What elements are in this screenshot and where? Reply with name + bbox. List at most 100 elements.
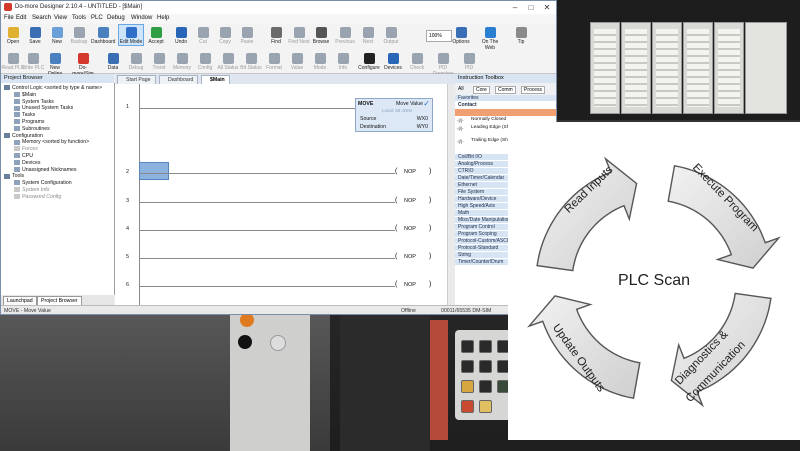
tree-item-tools[interactable]: Tools	[4, 173, 24, 179]
dashboard-button[interactable]: Dashboard	[91, 25, 115, 45]
mode-icon	[314, 53, 326, 64]
undo-button[interactable]: Undo	[169, 25, 193, 45]
check-button[interactable]: Check	[405, 51, 429, 71]
save-button[interactable]: Save	[23, 25, 47, 45]
data-button[interactable]: Data	[101, 51, 125, 71]
nop-instruction[interactable]: NOP	[404, 254, 416, 260]
filter-all[interactable]: All	[458, 86, 464, 92]
find-icon	[270, 27, 282, 38]
previous-button[interactable]: Previous	[333, 25, 357, 45]
menu-file[interactable]: File	[4, 15, 14, 21]
tree-item-control-logic-sorted-by-type-n[interactable]: Control Logic <sorted by type & name>	[4, 85, 102, 91]
devices-icon	[387, 53, 399, 64]
main-toolbar: Open Save New Backup Dashboard Edit Mode Accep…	[1, 24, 556, 51]
nop-instruction[interactable]: NOP	[404, 198, 416, 204]
ladder-editor[interactable]: MOVE Move Value ✓ Local: 50 JOIN Source …	[115, 84, 455, 305]
tree-item-label: System Info	[22, 187, 50, 193]
nop-instruction[interactable]: NOP	[404, 169, 416, 175]
tree-item-programs[interactable]: Programs	[14, 119, 45, 125]
tree-item-cpu[interactable]: CPU	[14, 153, 33, 159]
write-plc-button[interactable]: Write PLC	[21, 51, 45, 71]
format-button[interactable]: Format	[262, 51, 286, 71]
move-instruction-box[interactable]: MOVE Move Value ✓ Local: 50 JOIN Source …	[355, 98, 433, 132]
backup-button[interactable]: Backup	[67, 25, 91, 45]
tree-item-tasks[interactable]: Tasks	[14, 112, 35, 118]
mode-button[interactable]: Mode	[308, 51, 332, 71]
value-button[interactable]: Value	[285, 51, 309, 71]
find-next-button[interactable]: Find Next	[287, 25, 311, 45]
plc-module	[714, 22, 744, 114]
tree-item-memory-sorted-by-function[interactable]: Memory <sorted by function>	[14, 139, 89, 145]
debug-button[interactable]: Debug	[124, 51, 148, 71]
tree-item-system-tasks[interactable]: System Tasks	[14, 99, 54, 105]
tree-item-unassigned-nicknames[interactable]: Unassigned Nicknames	[14, 167, 77, 173]
rung-wire	[139, 258, 395, 259]
paste-button[interactable]: Paste	[235, 25, 259, 45]
tree-item-system-info[interactable]: System Info	[14, 187, 49, 193]
contact-no-item[interactable]	[455, 109, 556, 116]
filter-core[interactable]: Core	[473, 86, 490, 94]
edit-mode-button[interactable]: Edit Mode	[118, 24, 144, 46]
tree-item-devices[interactable]: Devices	[14, 160, 40, 166]
category-favorites[interactable]: Favorites	[455, 95, 556, 102]
menu-search[interactable]: Search	[32, 15, 51, 21]
browse-button[interactable]: Browse	[309, 25, 333, 45]
toolbar-label: All Status	[217, 65, 239, 71]
toolbar-label: Mode	[313, 65, 327, 71]
config-button[interactable]: Config	[193, 51, 217, 71]
trend-button[interactable]: Trend	[147, 51, 171, 71]
menu-debug[interactable]: Debug	[107, 15, 125, 21]
sim-icon	[77, 53, 89, 64]
toolbar-label: Browse	[312, 39, 330, 45]
menu-window[interactable]: Window	[131, 15, 152, 21]
tree-item-password-config[interactable]: Password Config	[14, 194, 61, 200]
tip-button[interactable]: Tip	[509, 25, 533, 45]
red-post-photo	[430, 320, 448, 440]
on-the-web-button[interactable]: On The Web	[478, 25, 502, 51]
memory-button[interactable]: Memory	[170, 51, 194, 71]
tree-item-forces[interactable]: Forces	[14, 146, 38, 152]
nop-instruction[interactable]: NOP	[404, 282, 416, 288]
nop-instruction[interactable]: NOP	[404, 226, 416, 232]
menu-plc[interactable]: PLC	[91, 15, 103, 21]
menu-help[interactable]: Help	[157, 15, 169, 21]
filter-comm[interactable]: Comm	[495, 86, 516, 94]
find-button[interactable]: Find	[264, 25, 288, 45]
configure-button[interactable]: Configure	[357, 51, 381, 71]
open-button[interactable]: Open	[1, 25, 25, 45]
maximize-button[interactable]: □	[524, 2, 538, 13]
tree-item-label: Devices	[22, 159, 41, 166]
filter-process[interactable]: Process	[521, 86, 546, 94]
tree-item-unused-system-tasks[interactable]: Unused System Tasks	[14, 105, 73, 111]
new-button[interactable]: New	[45, 25, 69, 45]
minimize-button[interactable]: –	[508, 2, 522, 13]
toolbar-label: Save	[29, 39, 41, 45]
tree-item-subroutines[interactable]: Subroutines	[14, 126, 50, 132]
tree-item-main[interactable]: $Main	[14, 92, 36, 98]
zoom-select[interactable]: 100%	[426, 30, 452, 42]
menu-view[interactable]: View	[54, 15, 67, 21]
cut-button[interactable]: Cut	[191, 25, 215, 45]
menu-edit[interactable]: Edit	[16, 15, 26, 21]
tree-item-system-configuration[interactable]: System Configuration	[14, 180, 72, 186]
cell-cursor[interactable]	[139, 162, 169, 180]
bit-status-button[interactable]: Bit Status	[239, 51, 263, 71]
options-button[interactable]: Options	[449, 25, 473, 45]
category-contact[interactable]: Contact	[455, 102, 556, 109]
accept-button[interactable]: Accept	[144, 25, 168, 45]
output-button[interactable]: Output	[379, 25, 403, 45]
menu-tools[interactable]: Tools	[72, 15, 86, 21]
title-bar: Do-more Designer 2.10.4 - UNTITLED - [$M…	[1, 1, 556, 14]
toolbar-label: Cut	[199, 39, 207, 45]
toolbar-label: Open	[6, 39, 20, 45]
copy-button[interactable]: Copy	[213, 25, 237, 45]
info-button[interactable]: Info	[331, 51, 355, 71]
devices-button[interactable]: Devices	[381, 51, 405, 71]
all-status-button[interactable]: All Status	[216, 51, 240, 71]
plc-cpu-module	[745, 22, 787, 114]
toolbar-label: Find	[271, 39, 281, 45]
tree-item-configuration[interactable]: Configuration	[4, 133, 43, 139]
close-button[interactable]: ✕	[540, 2, 554, 13]
next-button[interactable]: Next	[356, 25, 380, 45]
pid-button[interactable]: PID	[457, 51, 481, 71]
